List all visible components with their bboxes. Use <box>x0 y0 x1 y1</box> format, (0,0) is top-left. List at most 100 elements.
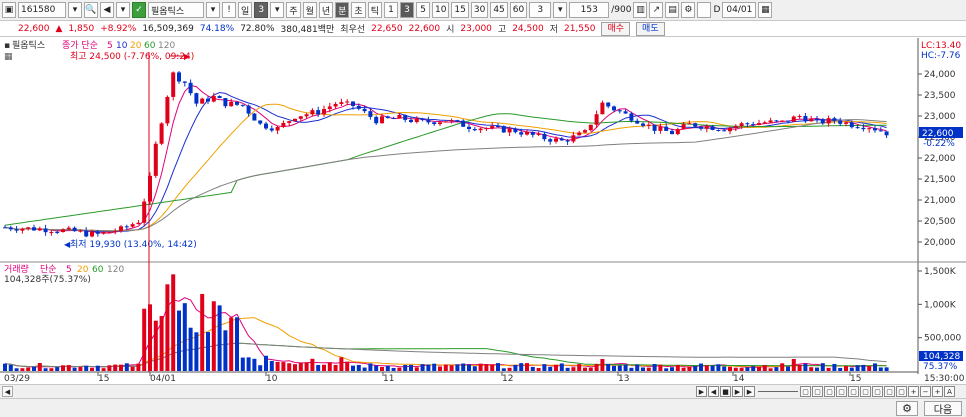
zoom-slider[interactable] <box>758 391 798 392</box>
candle-body <box>339 102 344 104</box>
calendar-icon[interactable]: ▦ <box>758 2 773 18</box>
zoom-fit-icon[interactable]: + <box>932 386 943 397</box>
candle-body <box>420 118 425 121</box>
end-icon[interactable]: ▶ <box>744 386 755 397</box>
volume-bar <box>617 365 622 371</box>
dropdown-icon[interactable]: ▾ <box>68 2 82 18</box>
dropdown-icon[interactable]: ▾ <box>206 2 220 18</box>
price-tick: 23,000 <box>924 112 956 122</box>
period-month[interactable]: 월 <box>302 2 317 18</box>
buy-button[interactable]: 매수 <box>601 21 631 36</box>
volume-bar <box>716 364 721 371</box>
tool-icon[interactable]: ▢ <box>884 386 895 397</box>
candle-body <box>507 128 512 133</box>
zoom-out-icon[interactable]: − <box>920 386 931 397</box>
chart-scrollbar[interactable]: ◀ ▶ ◀ ■ ▶ ▶ ▢ ▢ ▢ ▢ ▢ ▢ ▢ ▢ ▢ + − + A <box>0 384 966 398</box>
prev-icon[interactable]: ◀ <box>708 386 719 397</box>
stock-code-input[interactable]: 161580 <box>18 2 66 18</box>
volume-bar <box>171 274 176 371</box>
volume-bar <box>838 367 843 371</box>
period-year[interactable]: 년 <box>318 2 334 18</box>
interval-3[interactable]: 3 <box>399 2 414 18</box>
volume-bar <box>351 365 355 371</box>
scroll-left-icon[interactable]: ◀ <box>2 386 13 397</box>
volume-bar <box>32 366 36 371</box>
candle-body <box>658 126 663 131</box>
tool-icon[interactable]: ▢ <box>896 386 907 397</box>
tool-icon[interactable]: ▢ <box>800 386 811 397</box>
tool-icon[interactable]: ▢ <box>836 386 847 397</box>
candle-body <box>844 122 848 124</box>
window-icon[interactable]: ▣ <box>2 2 16 18</box>
tool-icon[interactable]: ▢ <box>824 386 835 397</box>
date-checkbox[interactable] <box>697 2 712 18</box>
candle-body <box>246 105 251 114</box>
candle-body <box>472 129 477 131</box>
favorite-icon[interactable]: ✓ <box>132 2 146 18</box>
interval-15[interactable]: 15 <box>451 2 469 18</box>
zoom-in-icon[interactable]: + <box>908 386 919 397</box>
volume-bar <box>107 365 112 371</box>
open-price: 23,000 <box>460 23 492 34</box>
candle-body <box>826 118 831 124</box>
tool-icon[interactable]: ▢ <box>872 386 883 397</box>
interval-60[interactable]: 60 <box>509 2 528 18</box>
alert-button[interactable]: ! <box>222 2 236 18</box>
gear-icon[interactable]: ⚙ <box>896 401 918 416</box>
chart-type-icon[interactable]: ▥ <box>633 2 648 18</box>
date-checkbox-label: D <box>713 5 721 15</box>
trade-amount: 380,481백만 <box>280 25 335 35</box>
gear-icon[interactable]: ⚙ <box>681 2 696 18</box>
next-icon[interactable]: ▶ <box>732 386 743 397</box>
tool-icon[interactable]: ▢ <box>812 386 823 397</box>
x-label: 12 <box>502 374 513 384</box>
candle-body <box>95 231 100 234</box>
volume-bar <box>762 365 767 371</box>
date-input[interactable]: 04/01 <box>722 2 757 18</box>
dropdown-icon[interactable]: ▾ <box>116 2 130 18</box>
panel-menu-icon[interactable]: ▦ <box>4 52 13 62</box>
sell-button[interactable]: 매도 <box>636 21 665 36</box>
period-tick[interactable]: 틱 <box>367 2 382 18</box>
volume-bar <box>43 368 48 371</box>
volume-bar <box>211 301 216 371</box>
next-button[interactable]: 다음 <box>924 401 962 416</box>
save-icon[interactable]: ▤ <box>665 2 680 18</box>
candle-body <box>3 227 7 229</box>
tool-icon[interactable]: ▢ <box>848 386 859 397</box>
volume-bar <box>739 367 744 371</box>
stock-chart[interactable]: ▪ 필옵틱스 ▦ 종가 단순 5 10 20 60 120 최고 24,500 … <box>0 38 966 384</box>
volume-bar <box>304 362 309 371</box>
period-day[interactable]: 일 <box>238 2 253 18</box>
interval-1[interactable]: 1 <box>383 2 398 18</box>
font-icon[interactable]: A <box>944 386 955 397</box>
play-icon[interactable]: ▶ <box>696 386 707 397</box>
volume-bar <box>559 363 564 371</box>
dropdown-icon[interactable]: ▾ <box>270 2 285 18</box>
volume-bar <box>594 363 599 371</box>
stock-name-field[interactable]: 필옵틱스 <box>148 2 204 18</box>
dropdown-icon[interactable]: ▾ <box>553 2 568 18</box>
interval-10[interactable]: 10 <box>431 2 450 18</box>
interval-5[interactable]: 5 <box>415 2 430 18</box>
period-week[interactable]: 주 <box>286 2 301 18</box>
candle-body <box>728 127 732 132</box>
period-second[interactable]: 초 <box>351 2 366 18</box>
candle-body <box>762 122 767 124</box>
candle-body <box>733 126 738 128</box>
candle-body <box>49 231 54 233</box>
interval-30[interactable]: 30 <box>470 2 489 18</box>
interval-45[interactable]: 45 <box>490 2 508 18</box>
period-minute[interactable]: 분 <box>335 2 350 18</box>
stop-icon[interactable]: ■ <box>720 386 731 397</box>
volume-bar <box>635 364 640 371</box>
speaker-icon[interactable]: ◀ <box>100 2 114 18</box>
count-input[interactable]: 153 <box>569 2 610 18</box>
volume-bar <box>449 365 454 371</box>
tool-icon[interactable]: ▢ <box>860 386 871 397</box>
interval-select[interactable]: 3 <box>529 2 552 18</box>
search-icon[interactable]: 🔍 <box>84 2 98 18</box>
volume-bar <box>530 366 535 371</box>
indicator-icon[interactable]: ↗ <box>649 2 664 18</box>
period-day-count[interactable]: 3 <box>254 2 269 18</box>
